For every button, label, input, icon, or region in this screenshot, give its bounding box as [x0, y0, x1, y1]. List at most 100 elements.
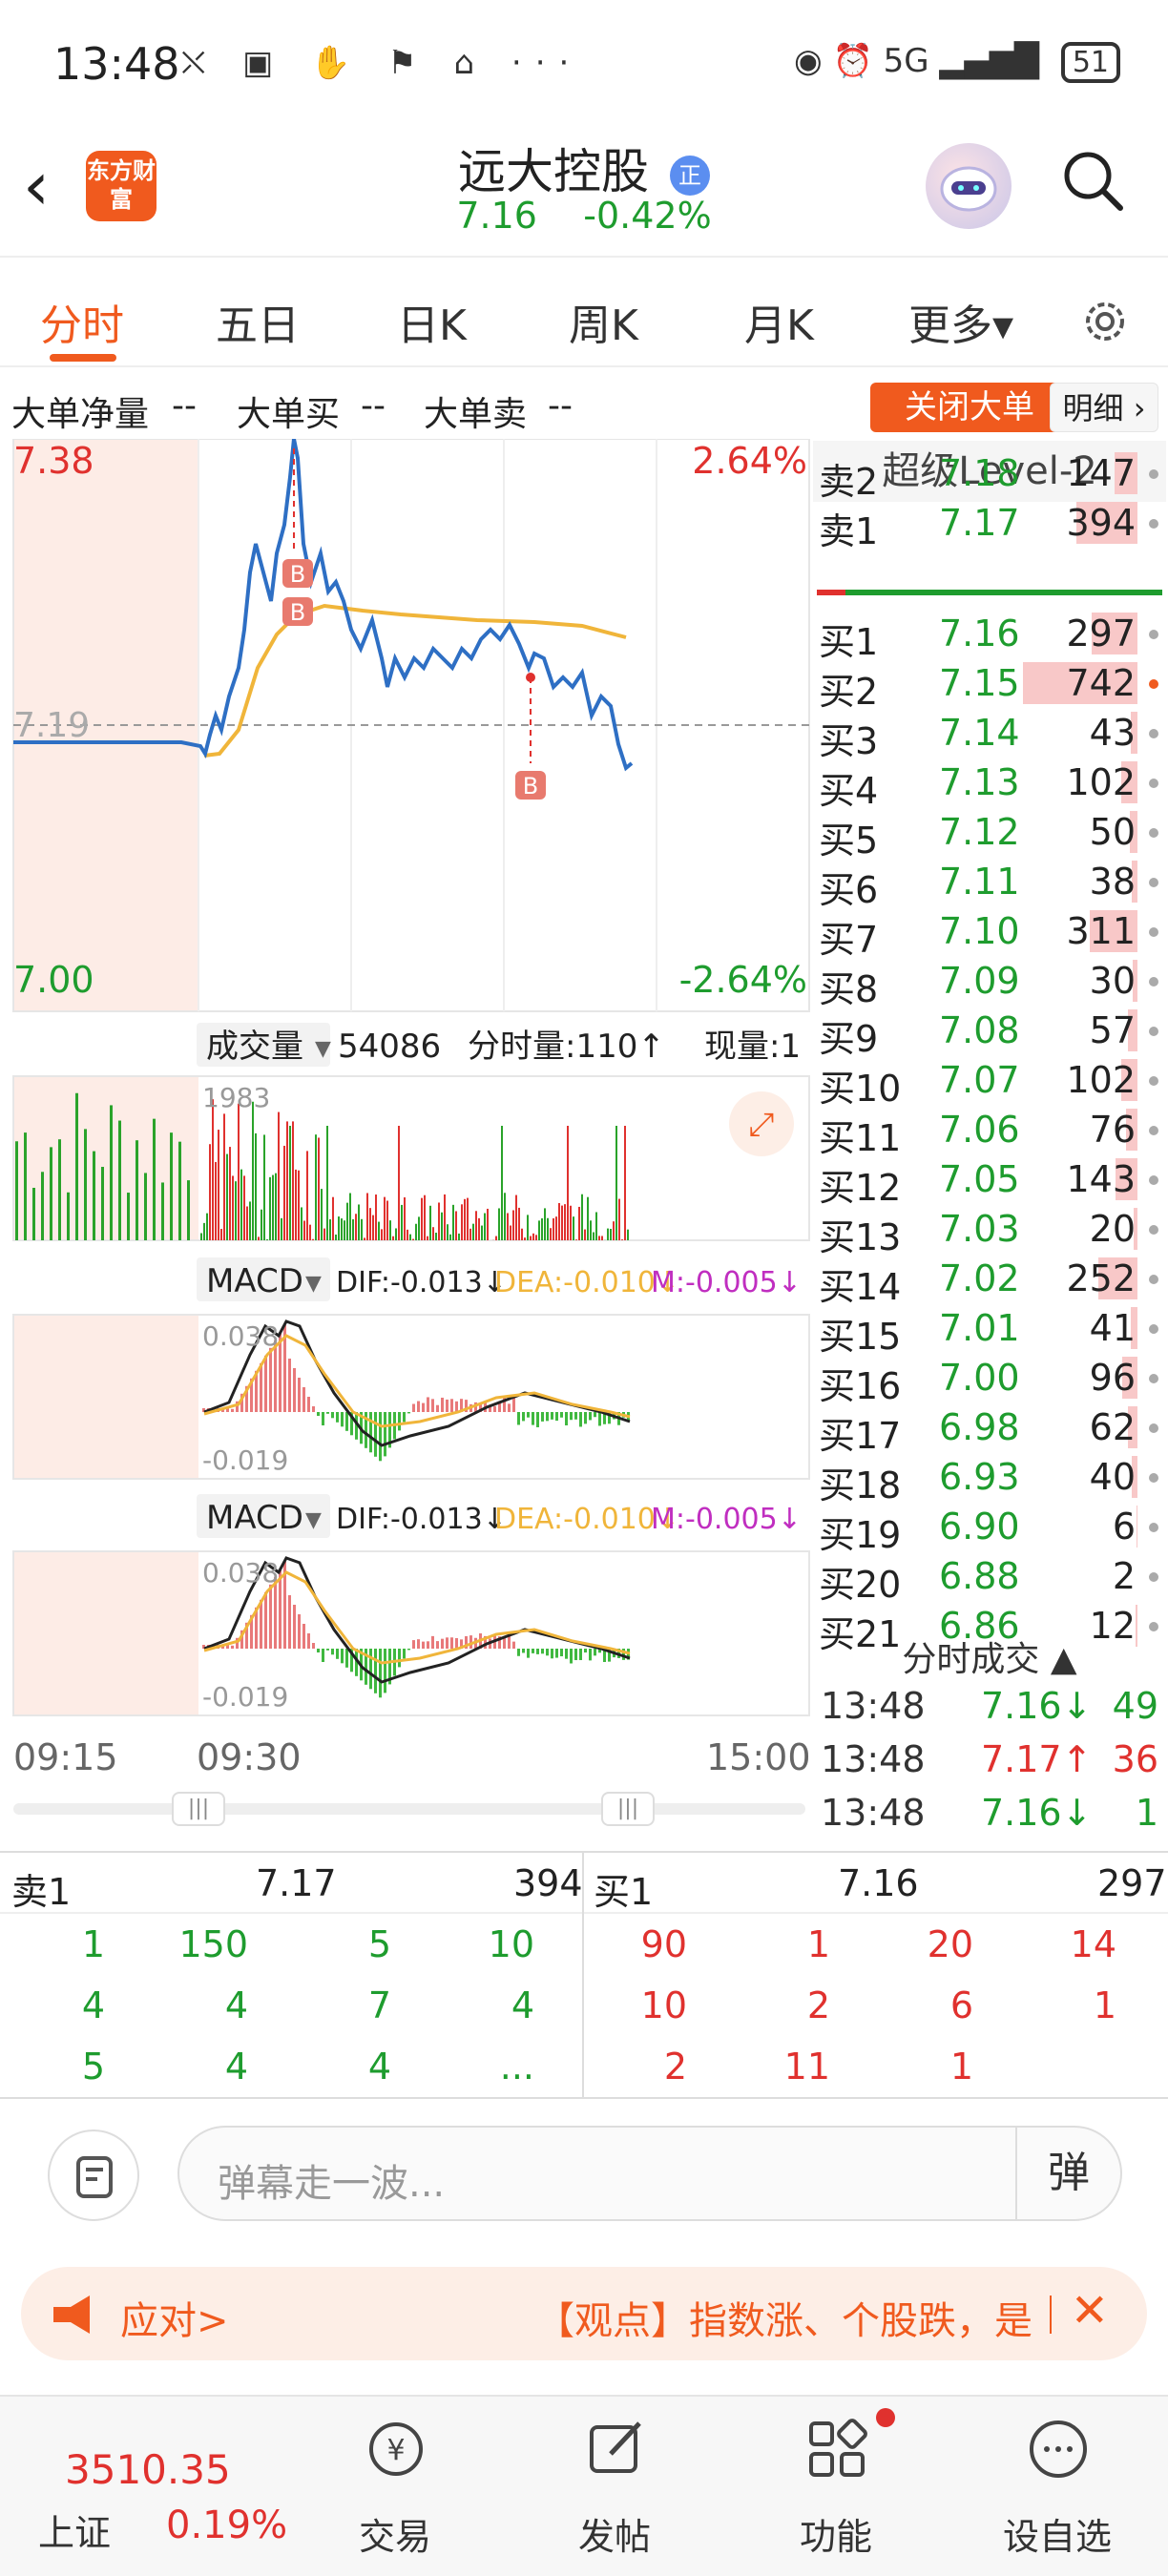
buy-order-row[interactable]: 买17 6.98 62 — [813, 1402, 1166, 1457]
volume-bar — [607, 1228, 609, 1240]
order-price: 7.17 — [939, 502, 1020, 544]
gear-icon[interactable] — [1076, 293, 1134, 350]
trade-icon[interactable]: ¥ — [363, 2416, 429, 2483]
macd-bar — [331, 1649, 334, 1655]
macd-bar — [527, 1412, 530, 1418]
buy-order-row[interactable]: 买18 6.93 40 — [813, 1452, 1166, 1506]
sell-order-row[interactable]: 卖2 7.18 147 — [813, 448, 1166, 503]
volume-bar — [278, 1111, 280, 1240]
buy-order-row[interactable]: 买8 7.09 30 — [813, 956, 1166, 1010]
buy-order-row[interactable]: 买6 7.11 38 — [813, 857, 1166, 911]
more-icon[interactable] — [1025, 2416, 1092, 2483]
buy-order-row[interactable]: 买15 7.01 41 — [813, 1303, 1166, 1358]
danmu-toggle-button[interactable]: 弹 — [1015, 2128, 1120, 2219]
search-icon[interactable] — [1059, 147, 1126, 214]
volume-bar — [275, 1173, 277, 1240]
buy-order-row[interactable]: 买12 7.05 143 — [813, 1154, 1166, 1209]
depth-sell-cell: ... — [499, 2046, 534, 2088]
comment-list-icon[interactable] — [48, 2129, 139, 2221]
macd-bar — [508, 1403, 511, 1412]
volume-bar — [484, 1213, 486, 1240]
order-volume: 43 — [1089, 712, 1136, 754]
macd-bar — [532, 1649, 534, 1653]
slider-left-handle[interactable]: ||| — [172, 1792, 225, 1826]
macd-bar — [532, 1412, 534, 1425]
buy-order-row[interactable]: 买20 6.88 2 — [813, 1551, 1166, 1606]
macd-bar — [551, 1649, 553, 1659]
close-large-order-button[interactable]: 关闭大单 — [870, 383, 1069, 432]
buy-order-row[interactable]: 买3 7.14 43 — [813, 708, 1166, 762]
danmu-input[interactable]: 弹幕走一波... 弹 — [177, 2126, 1122, 2221]
buy-order-row[interactable]: 买2 7.15 742 — [813, 658, 1166, 713]
volume-bar — [323, 1228, 325, 1240]
volume-bar — [521, 1228, 523, 1240]
robot-assistant-icon[interactable] — [926, 143, 1012, 229]
macd-bar — [407, 1412, 410, 1414]
depth-sell-cell: 4 — [224, 2046, 248, 2088]
y-top-label: 7.38 — [13, 440, 94, 482]
volume-bar — [441, 1212, 443, 1240]
buy-order-row[interactable]: 买9 7.08 57 — [813, 1006, 1166, 1060]
depth-buy-cell: 10 — [640, 1984, 687, 2026]
close-icon[interactable]: ✕ — [1071, 2284, 1109, 2337]
macd-bar — [307, 1397, 310, 1412]
nav-trade[interactable]: 交易 — [328, 2507, 462, 2560]
time-range-slider[interactable] — [13, 1803, 805, 1815]
volume-bar — [475, 1211, 477, 1240]
volume-bar — [252, 1101, 254, 1240]
volume-bar — [246, 1206, 248, 1240]
buy-order-row[interactable]: 买11 7.06 76 — [813, 1105, 1166, 1159]
macd-bar — [412, 1640, 415, 1649]
functions-icon[interactable] — [803, 2416, 870, 2483]
buy-order-row[interactable]: 买10 7.07 102 — [813, 1055, 1166, 1110]
intraday-chart[interactable]: 7.38 7.00 7.19 2.64% -2.64% B B B 成交量 ▼ … — [0, 439, 811, 1841]
order-volume: 102 — [1066, 1059, 1136, 1101]
volume-bar — [407, 1229, 408, 1240]
order-volume: 62 — [1089, 1406, 1136, 1448]
macd-bar — [594, 1649, 596, 1656]
nav-post[interactable]: 发帖 — [548, 2507, 681, 2560]
tab-intraday[interactable]: 分时 — [40, 291, 124, 352]
macd-bar — [260, 1599, 262, 1649]
tab-weekly-k[interactable]: 周K — [569, 291, 638, 352]
nav-add-watchlist[interactable]: 设自选 — [991, 2507, 1124, 2560]
trades-title[interactable]: 分时成交 ▲ — [813, 1631, 1166, 1681]
buy-order-row[interactable]: 买7 7.10 311 — [813, 906, 1166, 961]
buy-order-row[interactable]: 买16 7.00 96 — [813, 1353, 1166, 1407]
slider-right-handle[interactable]: ||| — [601, 1792, 655, 1826]
buy-order-row[interactable]: 买13 7.03 20 — [813, 1204, 1166, 1258]
detail-button[interactable]: 明细 › — [1050, 383, 1158, 432]
buy-order-row[interactable]: 买14 7.02 252 — [813, 1254, 1166, 1308]
volume-bar — [598, 1236, 600, 1240]
sell-order-row[interactable]: 卖1 7.17 394 — [813, 498, 1166, 552]
tab-monthly-k[interactable]: 月K — [744, 291, 814, 352]
volume-bar — [481, 1225, 483, 1240]
depth-divider — [0, 1912, 1168, 1914]
news-banner[interactable]: 应对> 【观点】指数涨、个股跌，是 ✕ — [21, 2267, 1147, 2360]
news-label[interactable]: 应对> — [120, 2290, 229, 2345]
volume-bar — [570, 1205, 572, 1240]
tab-more[interactable]: 更多▾ — [908, 291, 1013, 352]
macd2-top-label: 0.038 — [202, 1557, 279, 1589]
volume-bar — [615, 1126, 617, 1240]
volume-bar — [472, 1223, 474, 1240]
buy-order-row[interactable]: 买1 7.16 297 — [813, 609, 1166, 663]
buy-order-row[interactable]: 买19 6.90 6 — [813, 1502, 1166, 1556]
macd-bar — [579, 1649, 582, 1661]
volume-bar — [295, 1169, 297, 1240]
nav-functions[interactable]: 功能 — [769, 2507, 903, 2560]
large-sell-value: -- — [548, 386, 573, 426]
tab-five-day[interactable]: 五日 — [216, 291, 300, 352]
tab-daily-k[interactable]: 日K — [397, 291, 467, 352]
buy-order-row[interactable]: 买5 7.12 50 — [813, 807, 1166, 862]
depth-sell-cell: 5 — [81, 2046, 105, 2088]
buy-order-row[interactable]: 买4 7.13 102 — [813, 758, 1166, 812]
post-icon[interactable] — [582, 2416, 649, 2483]
volume-bar — [530, 1236, 532, 1240]
official-badge: 正 — [669, 155, 710, 196]
order-level: 买14 — [819, 1266, 902, 1308]
news-text[interactable]: 【观点】指数涨、个股跌，是 — [536, 2290, 1071, 2345]
order-dot-icon — [1149, 977, 1158, 987]
macd-bar — [555, 1649, 558, 1658]
volume-max-label: 1983 — [202, 1082, 270, 1113]
